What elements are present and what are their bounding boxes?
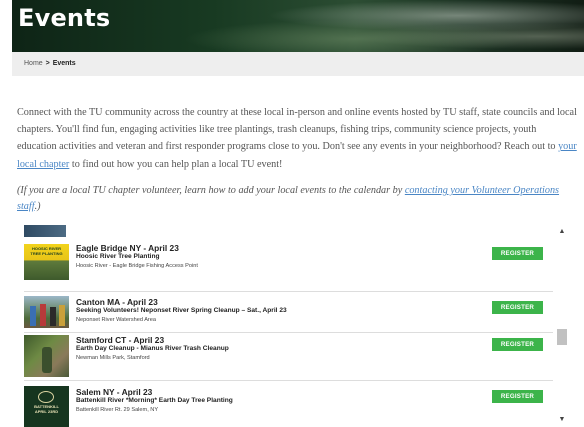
events-scrollbar[interactable]: ▲ ▼ <box>553 223 571 427</box>
note-text-end: .) <box>34 201 41 212</box>
event-title[interactable]: Eagle Bridge NY - April 23 <box>76 243 179 253</box>
event-subtitle: Earth Day Cleanup - Mianus River Trash C… <box>76 345 229 352</box>
intro-paragraph: Connect with the TU community across the… <box>17 104 577 173</box>
volunteer-note: (If you are a local TU chapter volunteer… <box>17 183 577 215</box>
register-button[interactable]: REGISTER <box>492 338 543 351</box>
register-button[interactable]: REGISTER <box>492 301 543 314</box>
event-thumbnail-partial <box>24 225 66 237</box>
event-location: Neponset River Watershed Area <box>76 317 157 323</box>
event-title[interactable]: Stamford CT - April 23 <box>76 335 164 345</box>
note-text: (If you are a local TU chapter volunteer… <box>17 185 405 196</box>
event-title[interactable]: Salem NY - April 23 <box>76 387 152 397</box>
event-row: BATTENKILL APRIL 23RD Salem NY - April 2… <box>24 386 553 427</box>
thumb-label: APRIL <box>34 409 47 414</box>
event-thumbnail[interactable] <box>24 335 69 377</box>
breadcrumb: Home > Events <box>12 52 584 76</box>
event-row: Canton MA - April 23 Seeking Volunteers!… <box>24 296 553 333</box>
thumb-label: TREE PLANTING <box>30 251 63 256</box>
thumb-label: 23RD <box>47 409 59 414</box>
register-button[interactable]: REGISTER <box>492 390 543 403</box>
breadcrumb-current: Events <box>52 60 76 67</box>
event-subtitle: Hoosic River Tree Planting <box>76 253 160 260</box>
event-subtitle: Seeking Volunteers! Neponset River Sprin… <box>76 307 287 314</box>
breadcrumb-separator: > <box>45 60 50 67</box>
scroll-down-arrow-icon[interactable]: ▼ <box>553 413 571 427</box>
event-thumbnail[interactable] <box>24 296 69 328</box>
hero-banner: Events <box>12 0 584 52</box>
register-button[interactable]: REGISTER <box>492 247 543 260</box>
event-row: Stamford CT - April 23 Earth Day Cleanup… <box>24 334 553 381</box>
event-location: Newman Mills Park, Stamford <box>76 355 150 361</box>
event-thumbnail[interactable]: BATTENKILL APRIL 23RD <box>24 386 69 427</box>
event-row: HOOSIC RIVER TREE PLANTING Eagle Bridge … <box>24 243 553 292</box>
event-thumbnail[interactable]: HOOSIC RIVER TREE PLANTING <box>24 244 69 280</box>
scrollbar-thumb[interactable] <box>557 329 567 345</box>
intro-text: Connect with the TU community across the… <box>17 107 577 153</box>
event-location: Battenkill River Rt. 29 Salem, NY <box>76 407 159 413</box>
intro-text-end: to find out how you can help plan a loca… <box>69 158 283 170</box>
event-location: Hoosic River - Eagle Bridge Fishing Acce… <box>76 263 198 269</box>
events-list-frame: HOOSIC RIVER TREE PLANTING Eagle Bridge … <box>18 223 571 427</box>
event-subtitle: Battenkill River *Morning* Earth Day Tre… <box>76 397 233 404</box>
breadcrumb-home-link[interactable]: Home <box>24 60 43 67</box>
event-title[interactable]: Canton MA - April 23 <box>76 297 158 307</box>
page-title: Events <box>18 4 111 32</box>
scroll-up-arrow-icon[interactable]: ▲ <box>553 225 571 239</box>
